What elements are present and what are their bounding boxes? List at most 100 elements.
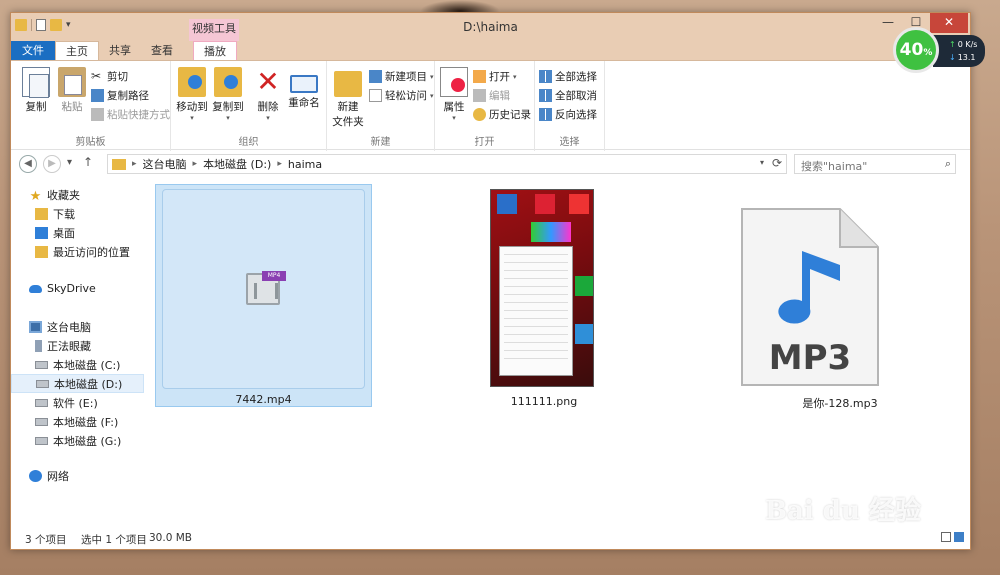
tab-home[interactable]: 主页: [55, 41, 99, 61]
move-to-button[interactable]: 移动到 ▾: [175, 67, 209, 122]
open-button[interactable]: 打开 ▾: [473, 69, 517, 84]
watermark-url: jingyan.baidu.com: [768, 532, 898, 548]
breadcrumb-haima[interactable]: haima: [288, 158, 322, 171]
nav-label: 收藏夹: [47, 188, 80, 202]
search-icon[interactable]: ⌕: [945, 157, 951, 171]
scissors-icon: ✂: [91, 69, 102, 83]
paste-shortcut-label: 粘贴快捷方式: [107, 109, 170, 121]
file-item-mp3[interactable]: MP3 是你-128.mp3: [740, 207, 900, 410]
nav-item-desktop[interactable]: 桌面: [11, 223, 144, 242]
recent-locations-icon[interactable]: ▾: [67, 157, 72, 168]
select-all-icon: [539, 70, 552, 83]
breadcrumb-this-pc[interactable]: 这台电脑: [143, 156, 187, 172]
history-button[interactable]: 历史记录: [473, 107, 531, 122]
nav-item-recent[interactable]: 最近访问的位置: [11, 242, 144, 261]
copy-to-icon: [214, 67, 242, 97]
refresh-icon[interactable]: ⟳: [772, 156, 782, 170]
paste-shortcut-button[interactable]: 粘贴快捷方式: [91, 107, 170, 122]
paste-button[interactable]: 粘贴: [55, 67, 89, 114]
breadcrumb-separator-icon[interactable]: ▸: [193, 159, 198, 169]
group-open: 属性 ▾ 打开 ▾ 编辑 历史记录 打开: [435, 61, 535, 151]
hard-drive-icon: [36, 379, 49, 388]
tab-share[interactable]: 共享: [99, 41, 141, 61]
nav-label: 本地磁盘 (D:): [54, 377, 123, 391]
rename-icon: [290, 75, 318, 93]
tab-play[interactable]: 播放: [193, 41, 237, 61]
star-icon: ★: [29, 188, 42, 204]
copy-path-icon: [91, 89, 104, 102]
nav-item-drive-e[interactable]: 软件 (E:): [11, 393, 144, 412]
large-icons-view-icon[interactable]: [954, 532, 964, 542]
move-to-icon: [178, 67, 206, 97]
hard-drive-icon: [35, 360, 48, 369]
properties-icon: [440, 67, 468, 97]
new-item-button[interactable]: 新建项目 ▾: [369, 69, 434, 84]
copy-to-button[interactable]: 复制到 ▾: [209, 67, 247, 122]
nav-item-drive-d[interactable]: 本地磁盘 (D:): [11, 374, 144, 393]
forward-button[interactable]: ▶: [43, 155, 61, 173]
delete-button[interactable]: ✕ 删除 ▾: [253, 65, 283, 123]
up-arrow-icon[interactable]: ↑: [83, 155, 93, 169]
copy-path-button[interactable]: 复制路径: [91, 88, 149, 103]
nav-label: 这台电脑: [47, 320, 91, 334]
breadcrumb-drive-d[interactable]: 本地磁盘 (D:): [203, 156, 271, 172]
back-button[interactable]: ◀: [19, 155, 37, 173]
new-folder-button[interactable]: 新建 文件夹: [331, 67, 365, 129]
rename-button[interactable]: 重命名: [285, 67, 323, 110]
nav-item-this-pc[interactable]: 这台电脑: [11, 317, 144, 336]
nav-item-skydrive[interactable]: SkyDrive: [11, 279, 144, 298]
nav-item-drive-g[interactable]: 本地磁盘 (G:): [11, 431, 144, 450]
nav-item-downloads[interactable]: 下载: [11, 204, 144, 223]
details-view-icon[interactable]: [941, 532, 951, 542]
selected-count: 选中 1 个项目: [81, 534, 147, 546]
file-name: 是你-128.mp3: [802, 397, 878, 410]
history-icon: [473, 108, 486, 121]
nav-item-drive-f[interactable]: 本地磁盘 (F:): [11, 412, 144, 431]
tab-file[interactable]: 文件: [11, 41, 55, 61]
hard-drive-icon: [35, 436, 48, 445]
rename-label: 重命名: [288, 97, 320, 109]
usage-percent-unit: %: [923, 48, 933, 58]
network-speed-widget[interactable]: ↑ 0 K/s ↓ 13.1 K/s 40%: [893, 27, 985, 75]
cut-button[interactable]: ✂ 剪切: [91, 69, 128, 84]
invert-selection-button[interactable]: 反向选择: [539, 107, 597, 122]
edit-button[interactable]: 编辑: [473, 88, 510, 103]
item-count: 3 个项目: [25, 534, 67, 546]
mp4-badge: MP4: [262, 271, 286, 281]
nav-item-drive-c[interactable]: 本地磁盘 (C:): [11, 355, 144, 374]
group-clipboard: 复制 粘贴 ✂ 剪切 复制路径 粘贴快捷方式 剪贴板: [11, 61, 171, 151]
usb-drive-icon: [35, 339, 42, 352]
breadcrumb-separator-icon[interactable]: ▸: [132, 159, 137, 169]
copy-button[interactable]: 复制: [19, 67, 53, 114]
nav-label: 本地磁盘 (G:): [53, 434, 122, 448]
nav-item-favorites[interactable]: ★ 收藏夹: [11, 185, 144, 204]
select-none-button[interactable]: 全部取消: [539, 88, 597, 103]
file-name: 111111.png: [510, 395, 578, 408]
menu-line: [504, 270, 568, 271]
memory-usage-ball[interactable]: 40%: [893, 27, 939, 73]
chevron-down-icon: ▾: [190, 114, 194, 122]
properties-button[interactable]: 属性 ▾: [439, 67, 469, 122]
delete-label: 删除: [257, 101, 279, 113]
search-input[interactable]: 搜索"haima" ⌕: [794, 154, 956, 174]
hard-drive-icon: [35, 417, 48, 426]
menu-line: [504, 318, 568, 319]
address-bar[interactable]: ▸ 这台电脑 ▸ 本地磁盘 (D:) ▸ haima ▾ ⟳: [107, 154, 787, 174]
copy-to-label: 复制到: [212, 101, 244, 113]
select-all-button[interactable]: 全部选择: [539, 69, 597, 84]
paste-shortcut-icon: [91, 108, 104, 121]
group-label-select: 选择: [559, 137, 580, 148]
file-item-png[interactable]: 111111.png: [484, 189, 604, 408]
chevron-down-icon[interactable]: ▾: [760, 158, 764, 167]
easy-access-button[interactable]: 轻松访问 ▾: [369, 88, 434, 103]
nav-label: 本地磁盘 (C:): [53, 358, 121, 372]
nav-item-drive-removable[interactable]: 正法眼藏: [11, 336, 144, 355]
delete-x-icon: ✕: [256, 65, 280, 98]
file-item-mp4[interactable]: MP4 7442.mp4: [155, 184, 372, 407]
tab-view[interactable]: 查看: [141, 41, 183, 61]
breadcrumb-separator-icon[interactable]: ▸: [277, 159, 282, 169]
easy-access-label: 轻松访问: [385, 90, 427, 102]
nav-item-network[interactable]: 网络: [11, 466, 144, 485]
menu-line: [504, 294, 568, 295]
copy-icon: [22, 67, 50, 98]
